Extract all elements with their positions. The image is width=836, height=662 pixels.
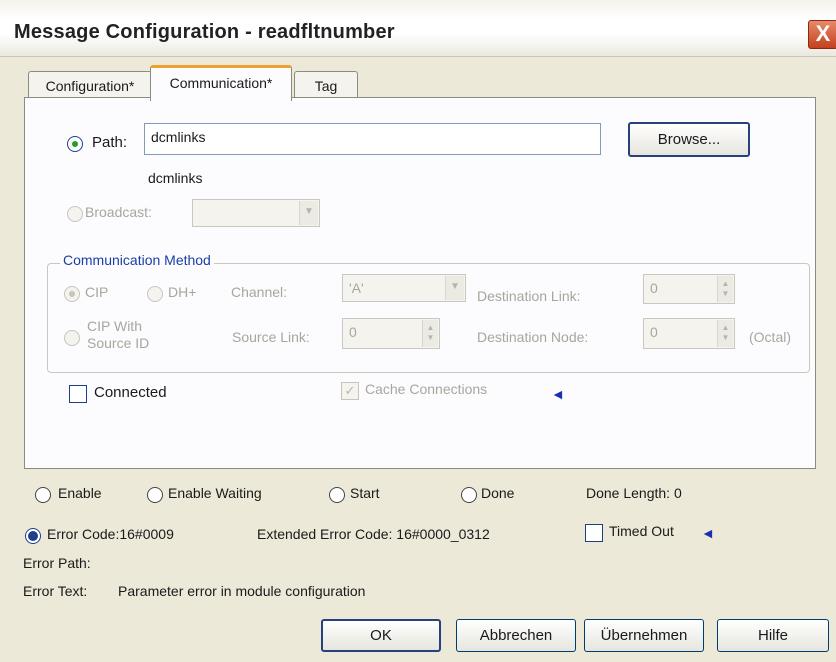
- chevron-down-icon: ▼: [445, 276, 464, 300]
- cache-connections-checkbox[interactable]: ✓: [341, 382, 359, 400]
- browse-button[interactable]: Browse...: [628, 122, 750, 157]
- spin-arrows-icon[interactable]: ▲ ▼: [717, 320, 733, 347]
- tab-communication[interactable]: Communication*: [150, 65, 292, 101]
- channel-select[interactable]: 'A' ▼: [342, 274, 466, 302]
- error-text-value: Parameter error in module configuration: [118, 583, 366, 599]
- done-radio: [461, 487, 477, 503]
- chevron-down-icon: ▼: [299, 201, 318, 225]
- error-code-radio: [25, 528, 41, 544]
- destination-node-value: 0: [650, 324, 658, 340]
- channel-label: Channel:: [231, 284, 288, 300]
- destination-link-spinner[interactable]: 0 ▲ ▼: [643, 274, 735, 304]
- title-bar[interactable]: Message Configuration - readfltnumber X: [0, 0, 836, 57]
- cip-label: CIP: [85, 284, 109, 300]
- cip-source-id-line1: CIP With: [87, 318, 142, 334]
- extended-error-code-label: Extended Error Code: 16#0000_0312: [257, 526, 490, 542]
- dhplus-radio[interactable]: [147, 286, 163, 302]
- broadcast-label: Broadcast:: [85, 204, 152, 220]
- path-resolved-text: dcmlinks: [148, 170, 203, 186]
- cip-source-id-label: CIP With Source ID: [87, 318, 149, 352]
- message-configuration-dialog: Message Configuration - readfltnumber X …: [0, 0, 836, 662]
- source-link-label: Source Link:: [232, 329, 310, 345]
- enable-label: Enable: [58, 485, 102, 501]
- spin-arrows-icon[interactable]: ▲ ▼: [717, 276, 733, 302]
- cancel-button[interactable]: Abbrechen: [456, 619, 576, 652]
- source-link-value: 0: [349, 324, 357, 340]
- blue-left-arrow-icon: ◄: [701, 525, 715, 541]
- octal-label: (Octal): [749, 329, 791, 345]
- timed-out-label: Timed Out: [609, 523, 674, 539]
- path-radio[interactable]: [67, 136, 83, 152]
- destination-link-label: Destination Link:: [477, 288, 581, 304]
- apply-button[interactable]: Übernehmen: [584, 619, 704, 652]
- start-label: Start: [350, 485, 380, 501]
- cip-source-id-line2: Source ID: [87, 335, 150, 351]
- tab-configuration[interactable]: Configuration*: [28, 71, 152, 98]
- blue-left-arrow-icon: ◄: [551, 386, 565, 402]
- dhplus-label: DH+: [168, 284, 197, 300]
- communication-method-label: Communication Method: [60, 252, 214, 268]
- cip-radio[interactable]: [64, 286, 80, 302]
- timed-out-checkbox: [585, 524, 603, 542]
- connected-checkbox[interactable]: [69, 385, 87, 403]
- source-link-spinner[interactable]: 0 ▲ ▼: [342, 318, 440, 349]
- destination-node-label: Destination Node:: [477, 329, 589, 345]
- window-title: Message Configuration - readfltnumber: [14, 21, 395, 43]
- broadcast-select[interactable]: ▼: [192, 199, 320, 227]
- path-label: Path:: [92, 134, 128, 151]
- close-button[interactable]: X: [808, 20, 836, 49]
- enable-radio: [35, 487, 51, 503]
- cache-connections-label: Cache Connections: [365, 381, 488, 397]
- destination-link-value: 0: [650, 280, 658, 296]
- done-label: Done: [481, 485, 515, 501]
- channel-value: 'A': [349, 280, 364, 296]
- cip-source-id-radio[interactable]: [64, 330, 80, 346]
- ok-button[interactable]: OK: [321, 619, 441, 652]
- start-radio: [329, 487, 345, 503]
- broadcast-radio[interactable]: [67, 206, 83, 222]
- path-input[interactable]: dcmlinks: [144, 123, 601, 155]
- done-length-label: Done Length: 0: [586, 485, 682, 501]
- enable-waiting-label: Enable Waiting: [168, 485, 262, 501]
- error-code-label: Error Code:16#0009: [47, 526, 174, 542]
- error-text-label: Error Text:: [23, 583, 88, 599]
- destination-node-spinner[interactable]: 0 ▲ ▼: [643, 318, 735, 349]
- connected-label: Connected: [94, 384, 167, 401]
- help-button[interactable]: Hilfe: [717, 619, 829, 652]
- error-path-label: Error Path:: [23, 555, 91, 571]
- tab-tag[interactable]: Tag: [294, 71, 358, 98]
- enable-waiting-radio: [147, 487, 163, 503]
- spin-arrows-icon[interactable]: ▲ ▼: [422, 320, 438, 347]
